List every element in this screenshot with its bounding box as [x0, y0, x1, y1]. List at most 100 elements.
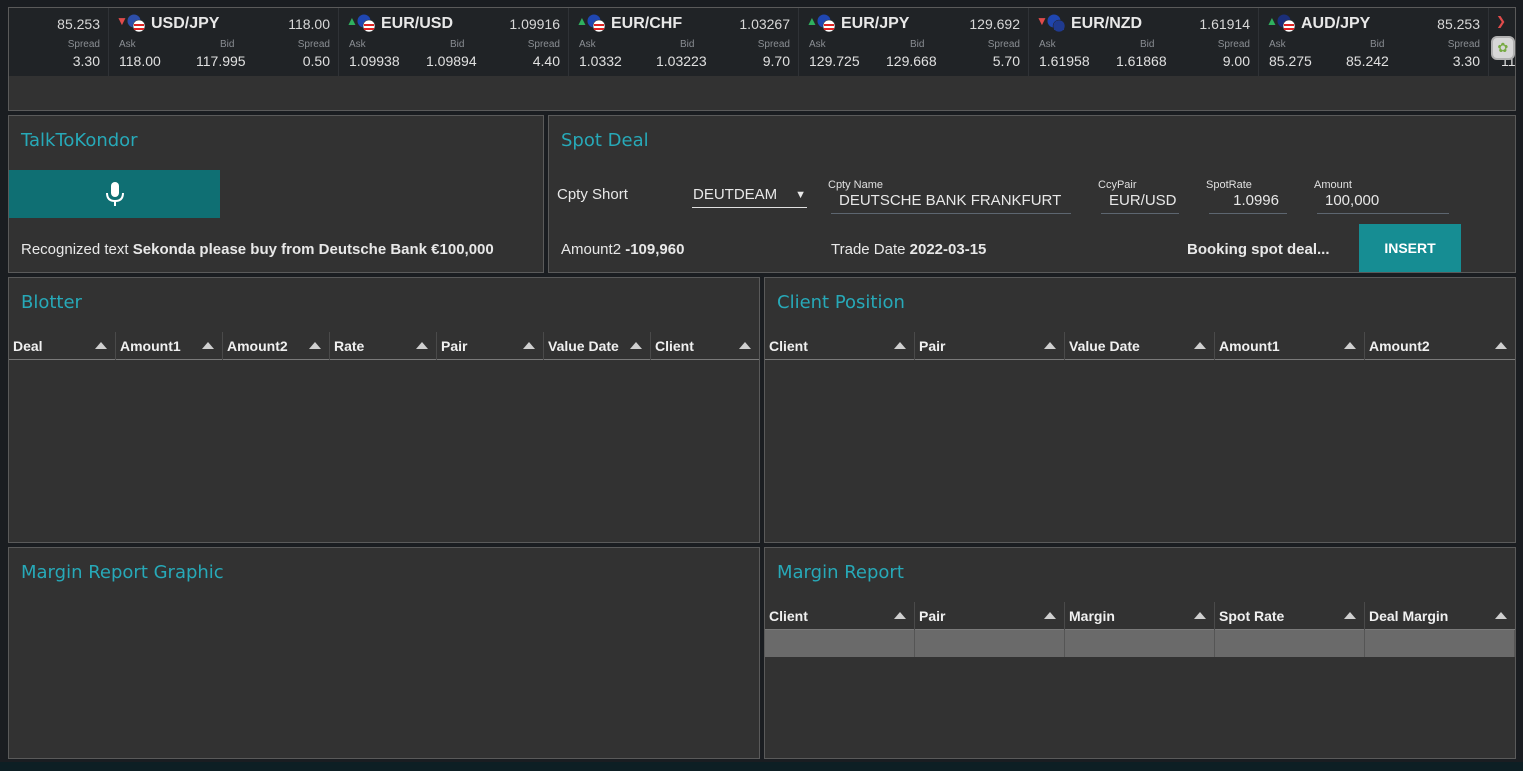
cpty-short-label: Cpty Short: [557, 186, 628, 203]
ticker-pair: EUR/CHF: [611, 15, 683, 32]
column-header[interactable]: Deal: [9, 332, 116, 360]
sort-ascending-icon[interactable]: [309, 342, 321, 349]
ticker-ask-label: Ask: [349, 39, 366, 50]
table-cell[interactable]: [1215, 630, 1365, 657]
spotrate-field[interactable]: 1.0996: [1209, 190, 1287, 214]
sort-ascending-icon[interactable]: [1495, 342, 1507, 349]
ticker-ask-label: Ask: [1039, 39, 1056, 50]
column-header[interactable]: Value Date: [544, 332, 651, 360]
ticker-bid-label: Bid: [1370, 39, 1385, 50]
trend-down-icon: ❯: [1496, 14, 1507, 28]
column-header-label: Pair: [919, 338, 946, 354]
table-cell[interactable]: [1065, 630, 1215, 657]
microphone-button[interactable]: [9, 170, 220, 218]
column-header-label: Amount2: [1369, 338, 1430, 354]
ticker-bid-label: Bid: [220, 39, 235, 50]
ticker-item[interactable]: ▲ EUR/JPY 129.692 Ask Bid Spread 129.725 129.66…: [799, 8, 1029, 76]
sort-ascending-icon[interactable]: [1194, 342, 1206, 349]
sort-ascending-icon[interactable]: [95, 342, 107, 349]
ticker-bid-label: Bid: [1140, 39, 1155, 50]
ticker-bid-label: Bid: [680, 39, 695, 50]
ticker-item[interactable]: ▲ EUR/USD 1.09916 Ask Bid Spread 1.09938 1.0989…: [339, 8, 569, 76]
sort-ascending-icon[interactable]: [1344, 342, 1356, 349]
column-header[interactable]: Value Date: [1065, 332, 1215, 360]
cpty-short-value: DEUTDEAM: [693, 186, 778, 203]
grid-header: Deal Amount1 Amount2 Rate Pair Value Date Clie…: [9, 332, 759, 360]
ticker-rate: 129.692: [969, 16, 1020, 32]
column-header-label: Value Date: [1069, 338, 1140, 354]
column-header-label: Amount1: [1219, 338, 1280, 354]
column-header[interactable]: Amount1: [116, 332, 223, 360]
column-header[interactable]: Amount1: [1215, 332, 1365, 360]
sort-ascending-icon[interactable]: [894, 612, 906, 619]
ticker-scroll-icon[interactable]: ✿: [1491, 36, 1515, 60]
sort-ascending-icon[interactable]: [1194, 612, 1206, 619]
table-cell[interactable]: [765, 630, 915, 657]
ticker-spread: 3.30: [1452, 53, 1480, 69]
sort-ascending-icon[interactable]: [630, 342, 642, 349]
sort-ascending-icon[interactable]: [202, 342, 214, 349]
sort-ascending-icon[interactable]: [1044, 342, 1056, 349]
currency-flag-icon: [1047, 14, 1065, 32]
column-header[interactable]: Pair: [437, 332, 544, 360]
column-header[interactable]: Client: [765, 602, 915, 630]
ticker-rate: 85.253: [1437, 16, 1480, 32]
table-cell[interactable]: [915, 630, 1065, 657]
cpty-name-field[interactable]: DEUTSCHE BANK FRANKFURT: [831, 190, 1071, 214]
sort-ascending-icon[interactable]: [894, 342, 906, 349]
ccypair-field[interactable]: EUR/USD: [1101, 190, 1179, 214]
column-header-label: Margin: [1069, 608, 1115, 624]
column-header[interactable]: Amount2: [223, 332, 330, 360]
ticker-bid: 1.09894: [426, 53, 477, 69]
ticker-spread: 5.70: [992, 53, 1020, 69]
column-header[interactable]: Pair: [915, 602, 1065, 630]
sort-ascending-icon[interactable]: [1495, 612, 1507, 619]
ticker-spread: 4.40: [532, 53, 560, 69]
panel-title: Margin Report: [777, 562, 904, 583]
currency-flag-icon: [587, 14, 605, 32]
table-row[interactable]: [765, 630, 1515, 657]
sort-ascending-icon[interactable]: [416, 342, 428, 349]
ticker-item-partial[interactable]: 85.253 Spread 2 3.30: [9, 8, 109, 76]
ticker-pair: EUR/JPY: [841, 15, 910, 32]
sort-ascending-icon[interactable]: [1344, 612, 1356, 619]
client-position-panel: Client Position Client Pair Value Date Amou…: [764, 277, 1516, 543]
sort-ascending-icon[interactable]: [739, 342, 751, 349]
ticker-ask-label: Ask: [579, 39, 596, 50]
column-header-label: Pair: [919, 608, 946, 624]
recognized-value: Sekonda please buy from Deutsche Bank €1…: [132, 241, 494, 258]
ticker-ask: 1.0332: [579, 53, 622, 69]
ticker-item[interactable]: ▲ AUD/JPY 85.253 Ask Bid Spread 85.275 85.242 3.…: [1259, 8, 1489, 76]
ticker-spread-label: Spread: [1447, 39, 1480, 50]
column-header[interactable]: Deal Margin: [1365, 602, 1515, 630]
column-header[interactable]: Margin: [1065, 602, 1215, 630]
ticker-ask: 129.725: [809, 53, 860, 69]
insert-button[interactable]: INSERT: [1359, 224, 1461, 272]
column-header[interactable]: Amount2: [1365, 332, 1515, 360]
ticker-item[interactable]: ▲ EUR/CHF 1.03267 Ask Bid Spread 1.0332 1.03223…: [569, 8, 799, 76]
panel-title: Spot Deal: [561, 130, 649, 151]
amount2-value: -109,960: [625, 241, 685, 258]
table-cell[interactable]: [1365, 630, 1515, 657]
ticker-spread-label: Spread: [1217, 39, 1250, 50]
column-header[interactable]: Client: [651, 332, 759, 360]
column-header[interactable]: Rate: [330, 332, 437, 360]
sort-ascending-icon[interactable]: [1044, 612, 1056, 619]
sort-ascending-icon[interactable]: [523, 342, 535, 349]
ticker-rate: 118.00: [288, 16, 330, 32]
cpty-short-select[interactable]: DEUTDEAM ▼: [692, 186, 807, 208]
column-header[interactable]: Spot Rate: [1215, 602, 1365, 630]
column-header-label: Amount1: [120, 338, 181, 354]
column-header[interactable]: Pair: [915, 332, 1065, 360]
ticker-item[interactable]: ▼ EUR/NZD 1.61914 Ask Bid Spread 1.61958 1.6186…: [1029, 8, 1259, 76]
ticker-item[interactable]: ▼ USD/JPY 118.00 Ask Bid Spread 118.00 117.995 0…: [109, 8, 339, 76]
amount-field[interactable]: 100,000: [1317, 190, 1449, 214]
microphone-icon: [106, 182, 124, 206]
currency-flag-icon: [1277, 14, 1295, 32]
column-header[interactable]: Client: [765, 332, 915, 360]
amount2-label: Amount2: [561, 241, 622, 258]
column-header-label: Pair: [441, 338, 468, 354]
grid-header: Client Pair Margin Spot Rate Deal Margin: [765, 602, 1515, 630]
recognized-label: Recognized text: [21, 241, 129, 258]
panel-title: Blotter: [21, 292, 82, 313]
